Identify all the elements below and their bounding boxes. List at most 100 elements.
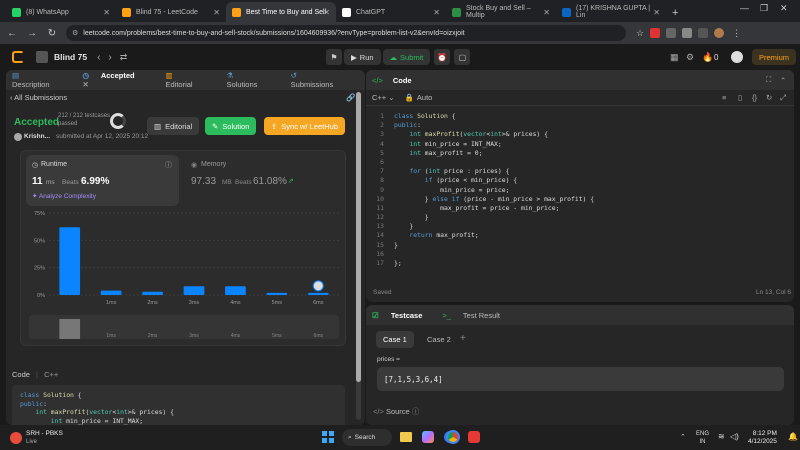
code-line[interactable]: 12 } — [366, 213, 794, 222]
fullscreen-icon[interactable]: ⤢ — [780, 93, 786, 103]
browser-tab[interactable]: (8) WhatsApp ✕ — [6, 2, 116, 22]
close-tab-icon[interactable]: ✕ — [323, 8, 330, 17]
info-icon[interactable]: ⓘ — [165, 160, 172, 170]
profile-avatar[interactable] — [714, 28, 725, 38]
editorial-button[interactable]: ▥ Editorial — [147, 117, 200, 135]
sync-leethub-button[interactable]: ⇪ Sync w/ LeetHub — [264, 117, 345, 135]
code-line[interactable]: 16 — [366, 250, 794, 259]
memory-box[interactable]: ◉ Memory 97.33 MB Beats 61.08% ⇗ — [187, 155, 337, 206]
tray-chevron-icon[interactable]: ⌃ — [680, 433, 686, 441]
language-select[interactable]: C++ ⌄ — [372, 93, 395, 102]
extension-icon[interactable] — [682, 28, 693, 38]
shuffle-icon[interactable]: ⇄ — [120, 52, 128, 63]
code-line[interactable]: 6 — [366, 158, 794, 167]
next-problem-icon[interactable]: › — [108, 52, 111, 63]
copilot-icon[interactable] — [422, 431, 434, 443]
settings-icon[interactable]: ⚙ — [686, 52, 694, 63]
code-line[interactable]: 13 } — [366, 222, 794, 231]
user-avatar[interactable] — [731, 51, 743, 63]
source-link[interactable]: </> Source ⓘ — [373, 406, 419, 417]
fire-icon[interactable]: 🔥 — [702, 52, 713, 63]
format-icon[interactable]: ≡ — [722, 93, 726, 102]
add-case-icon[interactable]: + — [460, 333, 466, 344]
browser-tab[interactable]: Blind 75 - LeetCode ✕ — [116, 2, 226, 22]
run-button[interactable]: ▶ Run — [344, 49, 381, 65]
extension-icon[interactable] — [666, 28, 677, 38]
layout-icon[interactable]: ▦ — [670, 52, 679, 63]
browser-tab[interactable]: Best Time to Buy and Sell ✕ — [226, 2, 336, 22]
close-tab-icon[interactable]: ✕ — [213, 8, 220, 17]
scrollbar-thumb[interactable] — [356, 92, 361, 382]
forward-icon[interactable]: → — [24, 28, 40, 39]
code-line[interactable]: 11 max_profit = price - min_price; — [366, 204, 794, 213]
list-icon[interactable] — [36, 51, 48, 63]
submit-button[interactable]: ☁ Submit — [382, 49, 431, 65]
code-line[interactable]: 1 class Solution { — [366, 112, 794, 121]
back-icon[interactable]: ← — [4, 28, 20, 39]
chrome-icon[interactable] — [446, 430, 460, 444]
code-line[interactable]: 14 return max_profit; — [366, 231, 794, 240]
close-tab-icon[interactable]: ✕ — [653, 8, 660, 17]
tab-accepted[interactable]: ◷ Accepted ✕ — [82, 71, 155, 89]
scrollbar[interactable] — [356, 92, 361, 420]
alarm-icon[interactable]: ⏰ — [434, 49, 451, 65]
close-tab-icon[interactable]: ✕ — [103, 8, 110, 17]
code-line[interactable]: 7 for (int price : prices) { — [366, 167, 794, 176]
code-line[interactable]: 3 int maxProfit(vector<int>& prices) { — [366, 130, 794, 139]
braces-icon[interactable]: {} — [752, 93, 757, 102]
wifi-icon[interactable]: ≋ — [718, 432, 725, 441]
solution-button[interactable]: ✎ Solution — [205, 117, 257, 135]
bookmark-icon[interactable]: ▯ — [738, 93, 742, 102]
notification-bell-icon[interactable]: 🔔 — [788, 432, 798, 441]
author-name[interactable]: Krishn... — [24, 133, 50, 140]
tab-description[interactable]: ▤ Description — [12, 71, 72, 89]
reload-icon[interactable]: ↻ — [44, 28, 60, 39]
app-icon[interactable] — [468, 431, 480, 443]
case-1-tab[interactable]: Case 1 — [376, 331, 414, 348]
tab-solutions[interactable]: ⚗ Solutions — [227, 71, 281, 89]
close-tab-icon[interactable]: ✕ — [543, 8, 550, 17]
url-field[interactable]: ⚙ leetcode.com/problems/best-time-to-buy… — [66, 25, 626, 41]
collapse-icon[interactable]: ⌃ — [780, 76, 786, 85]
close-window-button[interactable]: ✕ — [780, 3, 788, 14]
volume-icon[interactable]: ◁) — [730, 432, 739, 441]
maximize-icon[interactable]: ⛶ — [766, 75, 771, 85]
reset-icon[interactable]: ↻ — [766, 93, 772, 102]
news-widget-icon[interactable] — [10, 431, 22, 444]
close-tab-icon[interactable]: ✕ — [82, 80, 88, 89]
bookmark-star-icon[interactable]: ☆ — [636, 28, 644, 39]
code-editor[interactable]: 1 class Solution {2 public: 3 int maxProfit… — [366, 110, 794, 268]
all-submissions-link[interactable]: ‹ All Submissions — [10, 93, 67, 102]
code-line[interactable]: 4 int min_price = INT_MAX; — [366, 140, 794, 149]
mode-label[interactable]: Auto — [417, 93, 432, 102]
tab-editorial[interactable]: ▥ Editorial — [166, 71, 217, 89]
browser-tab[interactable]: ChatGPT ✕ — [336, 2, 446, 22]
windows-start-icon[interactable] — [322, 431, 334, 443]
code-line[interactable]: 5 int max_profit = 0; — [366, 149, 794, 158]
code-line[interactable]: 15} — [366, 241, 794, 250]
extension-icon[interactable] — [650, 28, 661, 38]
new-tab-button[interactable]: + — [672, 7, 678, 19]
language-indicator[interactable]: ENG IN — [696, 430, 709, 446]
browser-tab[interactable]: Stock Buy and Sell – Multip ✕ — [446, 2, 556, 22]
premium-button[interactable]: Premium — [752, 49, 797, 65]
browser-tab[interactable]: (17) KRISHNA GUPTA | Lin ✕ — [556, 2, 666, 22]
tab-submissions[interactable]: ↺ Submissions — [291, 71, 355, 89]
case-2-tab[interactable]: Case 2 — [420, 331, 458, 348]
code-line[interactable]: 8 if (price < min_price) { — [366, 176, 794, 185]
file-explorer-icon[interactable] — [400, 432, 412, 442]
site-info-icon[interactable]: ⚙ — [72, 29, 78, 37]
restore-button[interactable]: ❐ — [760, 3, 768, 14]
prices-input[interactable]: [7,1,5,3,6,4] — [377, 367, 784, 391]
code-line[interactable]: 10 } else if (price - min_price > max_pr… — [366, 195, 794, 204]
menu-icon[interactable]: ⋮ — [732, 28, 741, 39]
analyze-complexity-link[interactable]: ✦ Analyze Complexity — [32, 192, 96, 200]
clock[interactable]: 8:12 PM 4/12/2025 — [748, 430, 777, 446]
runtime-box[interactable]: ◷ Runtime ⓘ 11 ms Beats 6.99% ✦ Analyze … — [26, 155, 179, 206]
notes-icon[interactable]: ▢ — [454, 49, 471, 65]
news-widget[interactable]: SRH - PBKS Live — [26, 430, 63, 446]
debug-icon[interactable]: ⚑ — [326, 49, 342, 65]
leetcode-logo[interactable] — [12, 51, 24, 63]
taskbar-search[interactable]: ⌕ Search — [342, 429, 392, 446]
extension-icon[interactable] — [698, 28, 709, 38]
